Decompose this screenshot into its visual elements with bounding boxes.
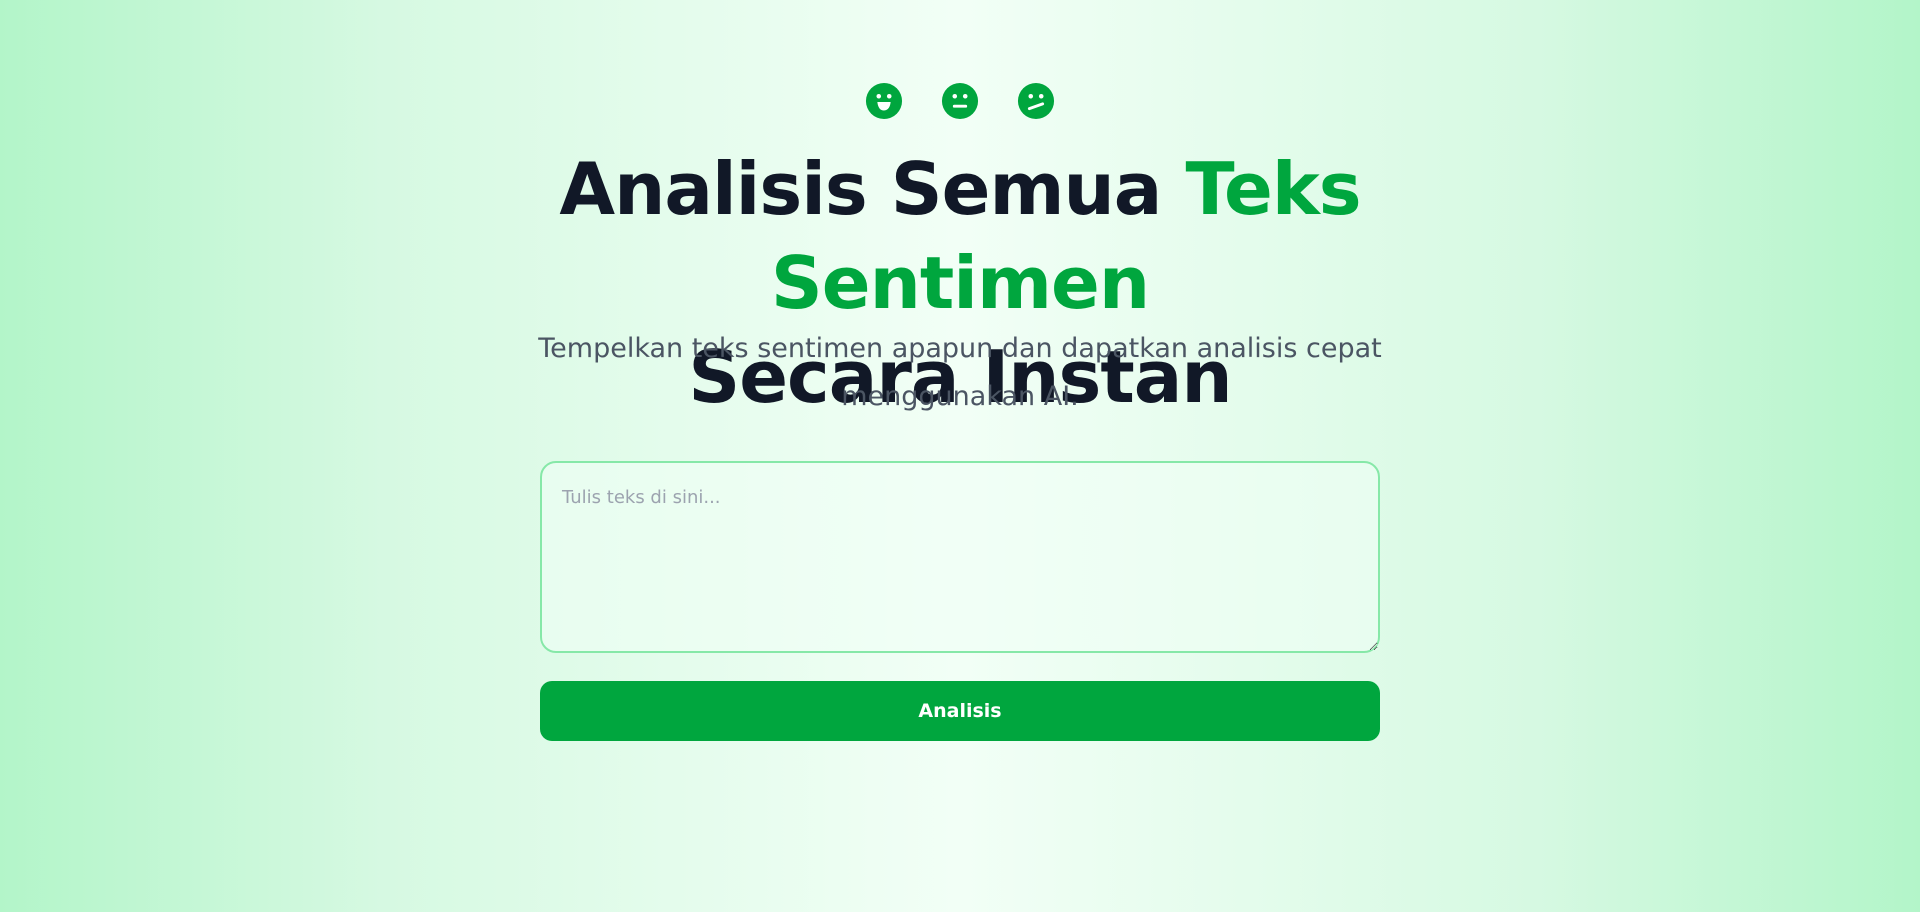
sentiment-icons <box>0 82 1920 120</box>
analyze-button[interactable]: Analisis <box>540 681 1380 741</box>
hero-section: Analisis Semua Teks Sentimen Secara Insta… <box>0 0 1920 912</box>
headline-part1: Analisis Semua <box>559 147 1186 231</box>
neutral-face-icon <box>941 82 979 120</box>
sentiment-text-input[interactable] <box>540 461 1380 653</box>
page-subtitle: Tempelkan teks sentimen apapun dan dapat… <box>538 333 1382 412</box>
confused-face-icon <box>1017 82 1055 120</box>
smiling-face-icon <box>865 82 903 120</box>
